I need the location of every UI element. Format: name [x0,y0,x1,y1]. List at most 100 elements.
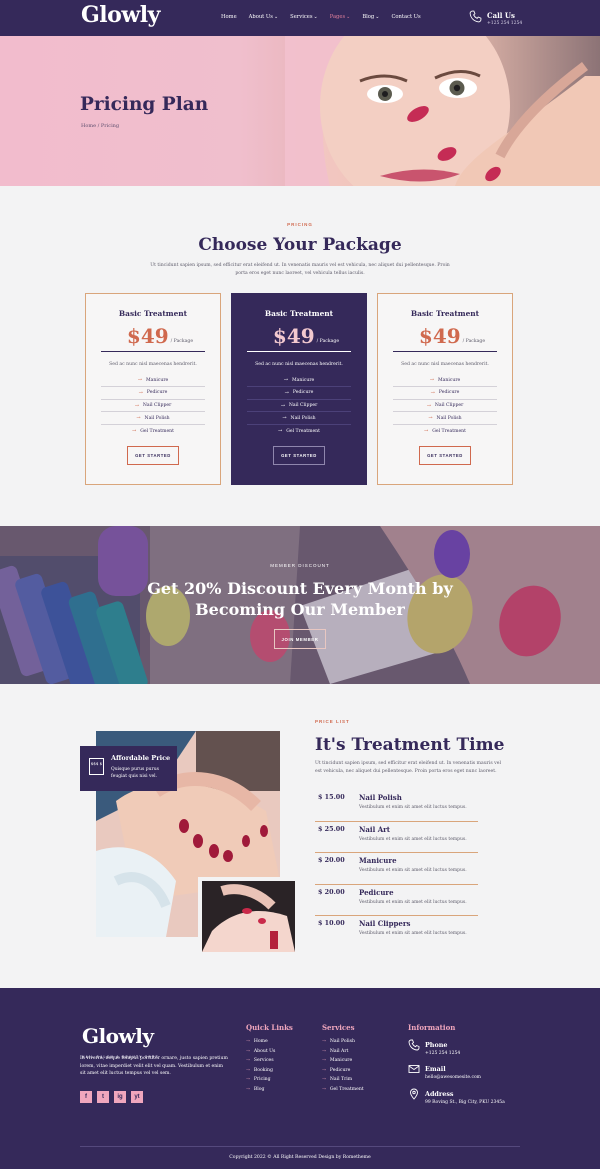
item-name: Nail Art [359,824,391,834]
nav-services[interactable]: Services⌄ [290,14,318,20]
location-pin-icon [410,1088,418,1100]
price-list-item: $ 10.00 Nail Clippers Vestibulum et enim… [315,916,478,948]
feature-label: Nail Clipper [288,403,318,409]
footer-link-about[interactable]: → About Us [246,1049,275,1054]
get-started-button[interactable]: GET STARTED [127,445,179,465]
email-value[interactable]: hello@awesomesite.com [425,1075,481,1080]
feature-item: → Gel Treatment [393,425,497,438]
card-description: Sed ac nunc nisl maecenas hendrerit. [255,362,343,368]
item-price: $ 25.00 [318,824,345,833]
feature-label: Manicure [291,377,315,383]
link-label: Blog [253,1086,265,1092]
twitter-icon[interactable]: t [97,1091,109,1103]
card-price: $49 [418,324,461,348]
feature-label: Gel Treatment [140,428,174,434]
nav-contact-label: Contact Us [391,14,421,20]
arrow-right-icon: → [283,377,288,384]
call-title: Call Us [487,11,515,20]
price-list-item: $ 20.00 Manicure Vestibulum et enim sit … [315,853,478,885]
logo-text: Glowly [81,2,160,28]
site-header: Glowly NAIL SALON & BEAUTY CARE Home Abo… [0,0,600,40]
treatments-title: It's Treatment Time [315,735,505,755]
footer-link-blog[interactable]: → Blog [246,1087,264,1092]
link-label: About Us [253,1048,276,1054]
feature-item: → Nail Polish [101,412,205,426]
feature-item: → Manicure [247,374,351,387]
feature-label: Nail Polish [436,415,462,421]
feature-item: → Manicure [101,374,205,387]
arrow-right-icon: → [134,402,139,409]
item-name: Pedicure [359,887,394,897]
nav-home-label: Home [221,14,237,20]
footer-link-services[interactable]: → Services [246,1058,274,1063]
card-price: $49 [126,324,169,348]
card-per: / Package [170,339,194,344]
footer-divider [80,1146,520,1147]
card-description: Sed ac nunc nisl maecenas hendrerit. [109,362,197,368]
quick-links-title: Quick Links [246,1023,293,1032]
youtube-icon[interactable]: yt [131,1091,143,1103]
instagram-icon[interactable]: ig [114,1091,126,1103]
main-nav: Home About Us⌄ Services⌄ Pages⌄ Blog⌄ Co… [221,14,433,20]
footer-link-booking[interactable]: → Booking [246,1068,273,1073]
feature-label: Gel Treatment [432,428,466,434]
divider [247,351,351,353]
arrow-right-icon: → [424,428,429,435]
nav-home[interactable]: Home [221,14,237,20]
card-per: / Package [316,339,340,344]
nav-blog-label: Blog [362,14,375,20]
feature-label: Nail Polish [290,415,316,421]
link-label: Pedicure [329,1067,351,1073]
badge-title: Affordable Price [111,754,171,762]
feature-item: → Nail Polish [393,412,497,426]
get-started-button[interactable]: GET STARTED [419,445,471,465]
nav-about[interactable]: About Us⌄ [249,14,279,20]
pricing-eyebrow: PRICING [287,222,313,227]
breadcrumb[interactable]: Home / Pricing [81,123,119,129]
chevron-down-icon: ⌄ [273,14,279,20]
arrow-right-icon: → [322,1039,326,1044]
feature-label: Pedicure [292,390,314,396]
card-name: Basic Treatment [264,309,334,318]
price-list-item: $ 25.00 Nail Art Vestibulum et enim sit … [315,822,478,853]
link-label: Nail Art [329,1048,349,1054]
hero-model-image [285,36,600,186]
pricing-card: Basic Treatment $49/ Package Sed ac nunc… [85,293,221,485]
nav-contact[interactable]: Contact Us [391,14,420,20]
footer-link-pricing[interactable]: → Pricing [246,1077,271,1082]
feature-item: → Gel Treatment [101,425,205,438]
feature-item: → Nail Clipper [101,400,205,413]
chevron-down-icon: ⌄ [346,14,351,20]
get-started-button[interactable]: GET STARTED [273,445,325,465]
discount-title: Get 20% Discount Every Month by Becoming… [147,579,453,619]
footer-link-home[interactable]: → Home [246,1039,268,1044]
link-label: Home [253,1039,268,1044]
email-label: Email [425,1065,446,1073]
arrow-right-icon: → [246,1048,250,1054]
nav-blog[interactable]: Blog⌄ [362,14,379,20]
feature-label: Gel Treatment [286,428,320,434]
footer-service-link[interactable]: → Pedicure [322,1068,350,1073]
link-label: Nail Trim [329,1077,353,1082]
nav-pages[interactable]: Pages⌄ [330,14,351,20]
footer-service-link[interactable]: → Nail Art [322,1049,348,1054]
divider [393,351,497,353]
facebook-icon[interactable]: f [80,1091,92,1103]
footer-service-link[interactable]: → Manicure [322,1058,352,1063]
arrow-right-icon: → [322,1086,326,1092]
arrow-right-icon: → [246,1086,250,1092]
footer-service-link[interactable]: → Nail Trim [322,1077,352,1082]
price-list-item: $ 15.00 Nail Polish Vestibulum et enim s… [315,790,478,822]
feature-list: → Manicure → Pedicure → Nail Clipper → Nail … [101,374,205,437]
join-member-button[interactable]: JOIN MEMBER [274,629,326,649]
item-price: $ 10.00 [318,919,345,927]
footer-service-link[interactable]: → Nail Polish [322,1039,355,1044]
footer-service-link[interactable]: → Gel Treatment [322,1087,364,1092]
pricing-card: Basic Treatment $49/ Package Sed ac nunc… [377,293,513,485]
information-title: Information [408,1023,456,1032]
feature-item: → Pedicure [247,387,351,400]
feature-item: → Nail Clipper [247,400,351,413]
arrow-right-icon: → [138,389,143,396]
phone-value[interactable]: +125 254 1254 [425,1051,460,1056]
arrow-right-icon: → [322,1067,326,1073]
